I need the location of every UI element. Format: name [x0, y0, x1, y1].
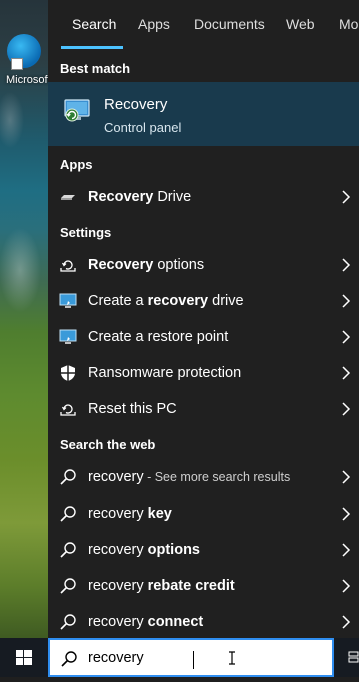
app-result-label: Recovery Drive — [88, 189, 192, 205]
settings-result-create-recovery-drive[interactable]: Create a recovery drive — [48, 283, 359, 319]
chevron-right-icon[interactable] — [341, 468, 351, 486]
taskbar-search-box[interactable] — [48, 638, 334, 677]
text-caret — [193, 651, 194, 669]
tab-more[interactable]: More — [339, 16, 359, 32]
desktop-shortcut-edge[interactable]: Microsoft Edge — [0, 34, 48, 86]
web-result-label: recovery key — [88, 506, 172, 522]
settings-result-label: Recovery options — [88, 257, 205, 273]
web-result[interactable]: recovery rebate credit — [48, 568, 359, 604]
active-tab-indicator — [61, 46, 123, 49]
tab-web[interactable]: Web — [286, 16, 315, 32]
chevron-right-icon[interactable] — [341, 292, 351, 310]
monitor-icon — [59, 329, 77, 344]
chevron-right-icon[interactable] — [341, 328, 351, 346]
chevron-right-icon[interactable] — [341, 364, 351, 382]
web-result[interactable]: recovery options — [48, 532, 359, 568]
chevron-right-icon[interactable] — [341, 613, 351, 631]
section-settings: Settings — [60, 225, 112, 240]
section-best-match: Best match — [60, 61, 131, 76]
section-search-the-web: Search the web — [60, 437, 156, 452]
search-icon — [60, 542, 76, 558]
web-result-label: recovery rebate credit — [88, 578, 235, 594]
start-button[interactable] — [0, 638, 48, 677]
settings-result-label: Create a recovery drive — [88, 293, 244, 309]
web-result[interactable]: recovery connect — [48, 604, 359, 640]
best-match-result[interactable]: Recovery Control panel — [48, 82, 359, 146]
chevron-right-icon[interactable] — [341, 400, 351, 418]
web-result[interactable]: recovery - See more search results — [48, 459, 359, 495]
chevron-right-icon[interactable] — [341, 577, 351, 595]
web-result-label: recovery - See more search results — [88, 469, 291, 485]
search-icon — [60, 469, 76, 485]
start-search-panel: Search Apps Documents Web More Best matc… — [48, 0, 359, 638]
monitor-icon — [59, 293, 77, 308]
settings-result-recovery-options[interactable]: Recovery options — [48, 247, 359, 283]
chevron-right-icon[interactable] — [341, 505, 351, 523]
tab-apps[interactable]: Apps — [138, 16, 170, 32]
taskbar — [0, 638, 359, 677]
search-icon — [60, 506, 76, 522]
tab-documents[interactable]: Documents — [194, 16, 265, 32]
settings-result-ransomware-protection[interactable]: Ransomware protection — [48, 355, 359, 391]
section-apps: Apps — [60, 157, 93, 172]
task-view-icon[interactable] — [348, 650, 359, 664]
settings-result-reset-this-pc[interactable]: Reset this PC — [48, 391, 359, 427]
settings-result-label: Ransomware protection — [88, 365, 242, 381]
chevron-right-icon[interactable] — [341, 256, 351, 274]
search-icon — [61, 651, 77, 667]
search-icon — [60, 578, 76, 594]
tab-search[interactable]: Search — [72, 16, 116, 32]
chevron-right-icon[interactable] — [341, 188, 351, 206]
web-result-label: recovery options — [88, 542, 200, 558]
recovery-control-panel-icon — [64, 99, 90, 122]
best-match-subtitle: Control panel — [104, 120, 182, 135]
desktop-shortcut-label: Microsoft Edge — [6, 74, 48, 86]
drive-icon — [61, 195, 75, 200]
settings-result-label: Create a restore point — [88, 329, 229, 345]
recovery-settings-icon — [60, 260, 76, 272]
text-cursor-icon — [229, 651, 235, 665]
shield-icon — [61, 365, 75, 381]
app-result-recovery-drive[interactable]: Recovery Drive — [48, 179, 359, 215]
desktop-wallpaper: Microsoft Edge — [0, 0, 48, 638]
search-input[interactable] — [88, 646, 288, 670]
search-tabs: Search Apps Documents Web More — [48, 0, 359, 50]
windows-logo-icon — [16, 650, 32, 665]
settings-result-create-restore-point[interactable]: Create a restore point — [48, 319, 359, 355]
reset-icon — [60, 404, 76, 416]
settings-result-label: Reset this PC — [88, 401, 177, 417]
best-match-title: Recovery — [104, 96, 168, 113]
search-icon — [60, 614, 76, 630]
web-result-label: recovery connect — [88, 614, 204, 630]
chevron-right-icon[interactable] — [341, 541, 351, 559]
web-result[interactable]: recovery key — [48, 496, 359, 532]
edge-icon — [7, 34, 41, 70]
